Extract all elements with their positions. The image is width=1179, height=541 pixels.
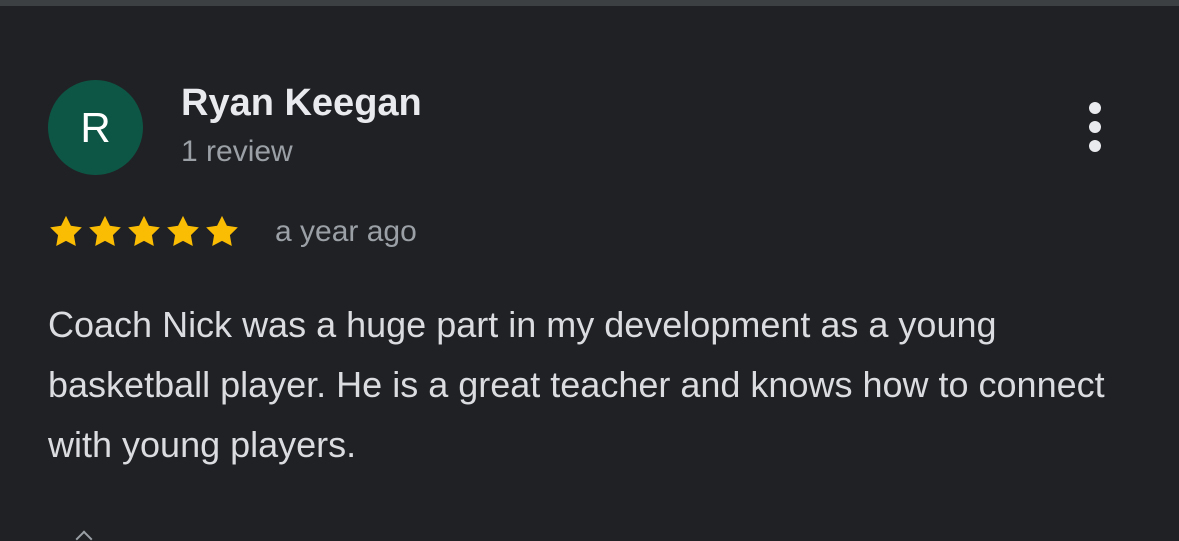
review-date: a year ago bbox=[275, 215, 417, 248]
more-options-button[interactable] bbox=[1074, 96, 1116, 158]
reviewer-name[interactable]: Ryan Keegan bbox=[181, 82, 422, 125]
avatar[interactable]: R bbox=[48, 80, 143, 175]
more-vert-icon-dot bbox=[1089, 140, 1101, 152]
star-icon bbox=[86, 213, 124, 251]
star-icon bbox=[47, 213, 85, 251]
more-vert-icon-dot bbox=[1089, 121, 1101, 133]
chevron-up-icon[interactable] bbox=[75, 530, 93, 541]
top-divider bbox=[0, 0, 1179, 6]
review-count: 1 review bbox=[181, 135, 293, 168]
review-text: Coach Nick was a huge part in my develop… bbox=[48, 304, 1105, 465]
star-icon bbox=[125, 213, 163, 251]
more-vert-icon bbox=[1089, 102, 1101, 114]
star-icon bbox=[203, 213, 241, 251]
star-rating bbox=[47, 210, 242, 254]
star-icon bbox=[164, 213, 202, 251]
review-card: R Ryan Keegan 1 review a year ago Coach … bbox=[0, 0, 1179, 541]
